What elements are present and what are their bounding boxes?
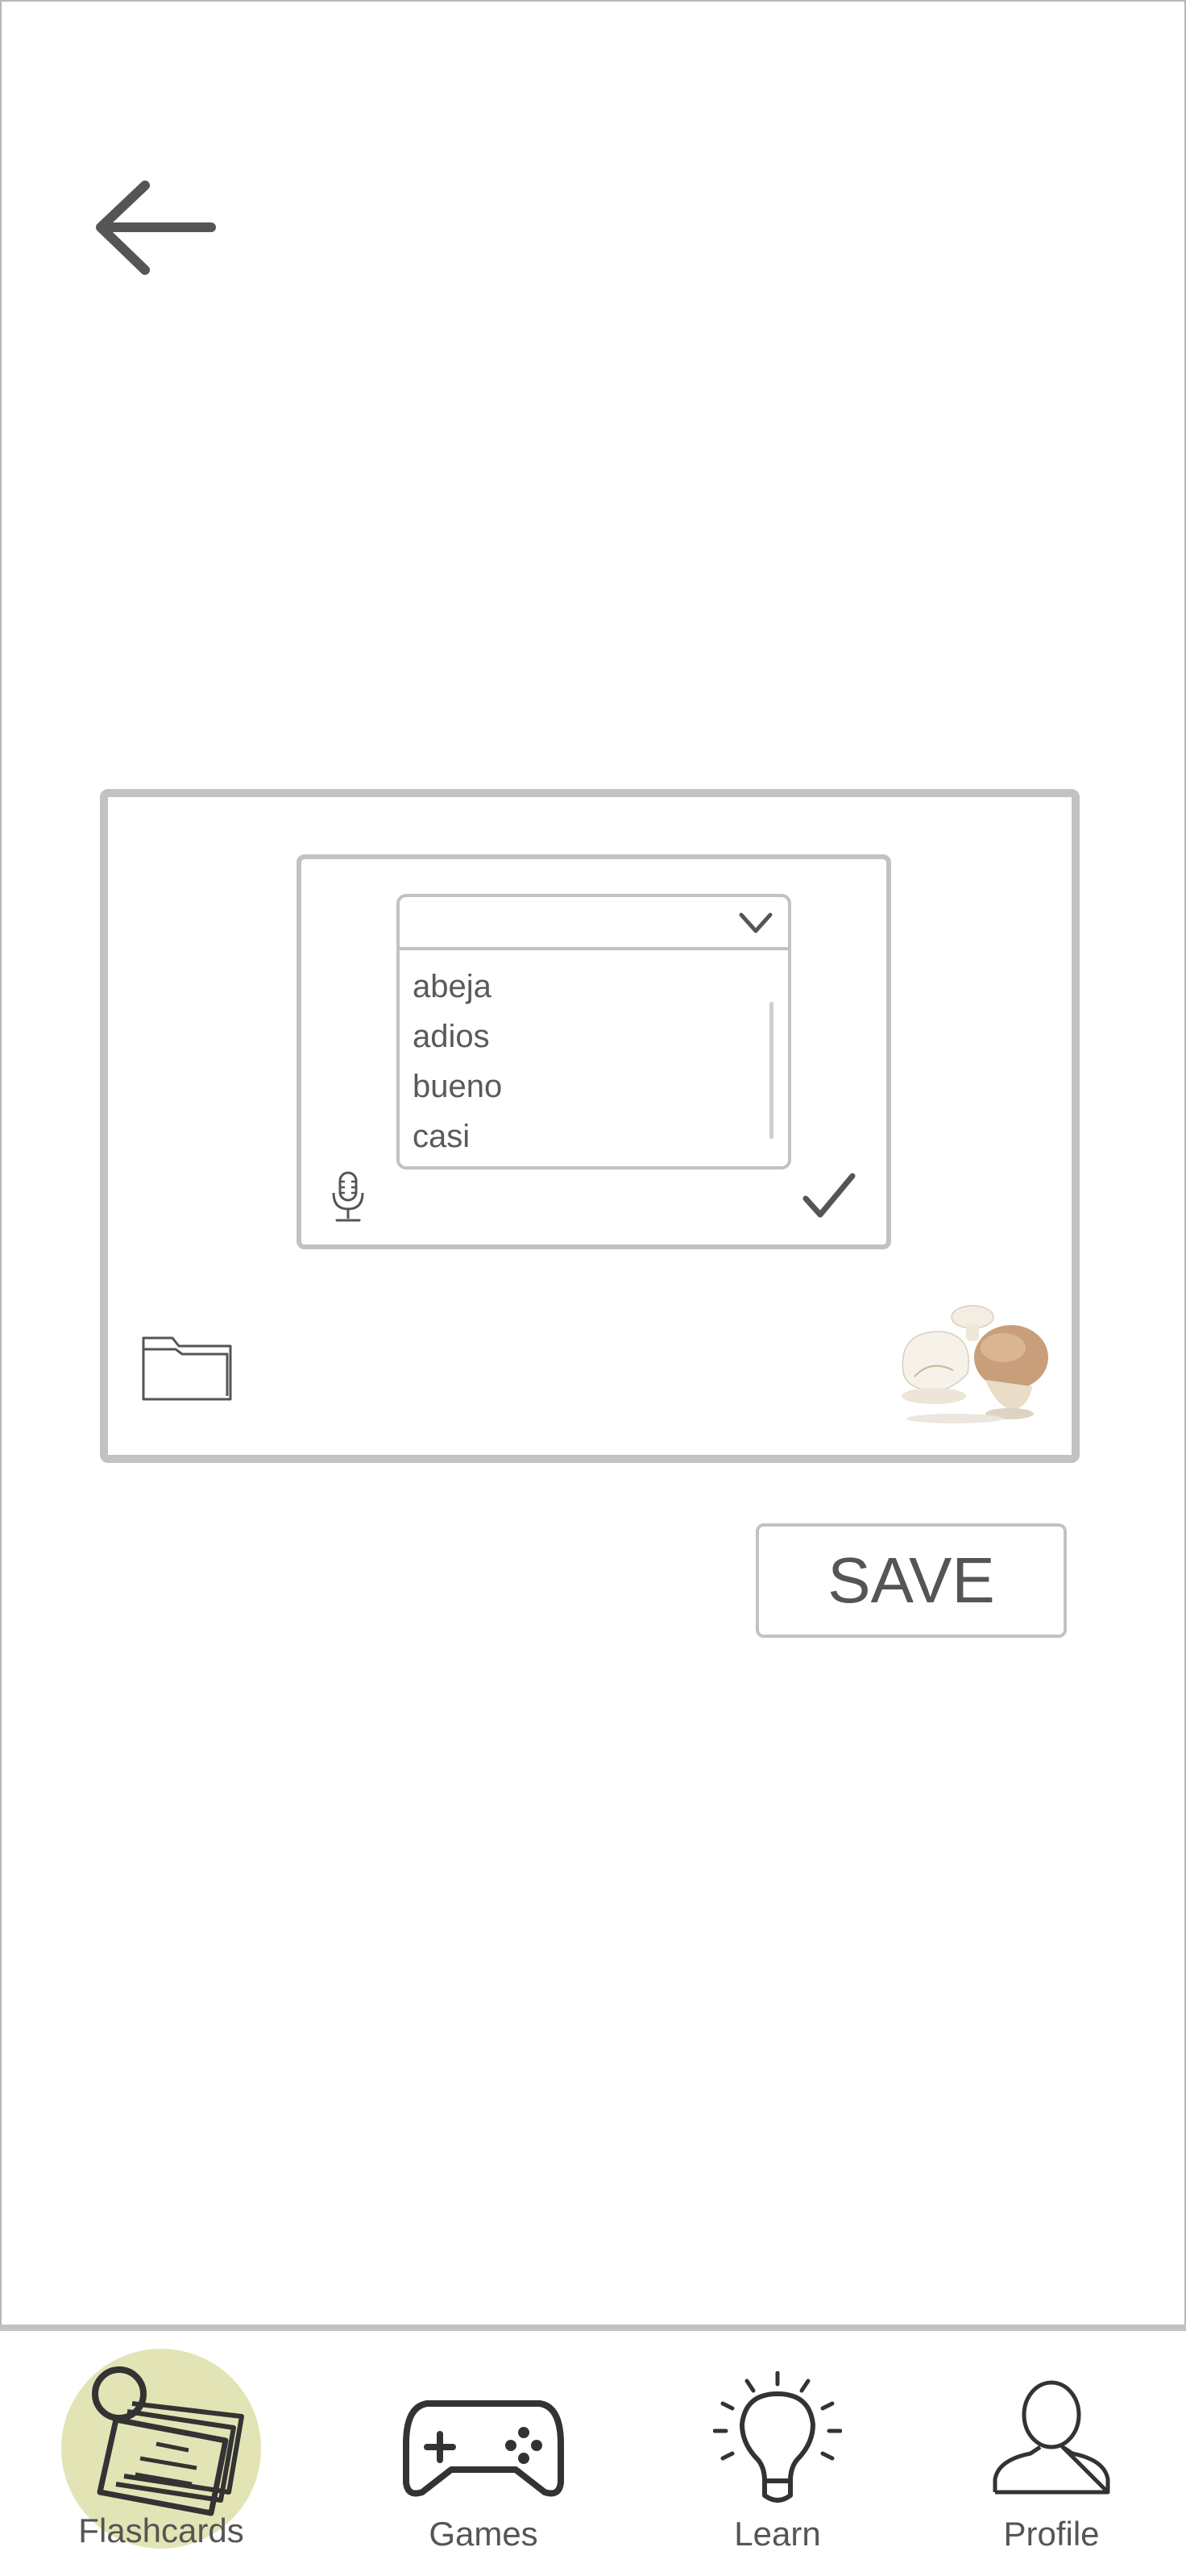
nav-item-games[interactable]: Games [355,2331,612,2576]
nav-label-learn: Learn [734,2515,821,2553]
dropdown-option[interactable]: bueno [413,1062,502,1111]
dropdown-option[interactable]: casi [413,1111,502,1161]
nav-item-learn[interactable]: Learn [649,2331,906,2576]
nav-label-profile: Profile [1003,2515,1100,2553]
lightbulb-icon [713,2371,842,2503]
dropdown-scrollbar[interactable] [769,1002,773,1139]
checkmark-icon[interactable] [802,1173,856,1219]
user-icon [993,2380,1110,2495]
dropdown-options: abeja adios bueno casi [413,962,502,1161]
gamepad-icon [403,2400,564,2497]
bottom-nav: Flashcards Games Learn Profile [0,2325,1186,2576]
nav-label-games: Games [429,2515,538,2553]
arrow-left-icon [96,181,216,275]
chevron-down-icon[interactable] [732,905,780,941]
folder-icon[interactable] [140,1330,237,1404]
microphone-icon[interactable] [329,1170,367,1227]
nav-item-profile[interactable]: Profile [923,2331,1180,2576]
flashcards-icon [92,2366,244,2516]
nav-label-flashcards: Flashcards [78,2512,244,2549]
dropdown-option[interactable]: abeja [413,962,502,1012]
back-button[interactable] [89,173,218,282]
word-dropdown[interactable]: abeja adios bueno casi [396,894,791,1170]
save-button[interactable]: SAVE [756,1523,1067,1638]
mushroom-image [902,1305,1048,1423]
dropdown-header[interactable] [400,897,788,950]
dropdown-option[interactable]: adios [413,1012,502,1062]
nav-item-flashcards[interactable]: Flashcards [32,2331,290,2576]
